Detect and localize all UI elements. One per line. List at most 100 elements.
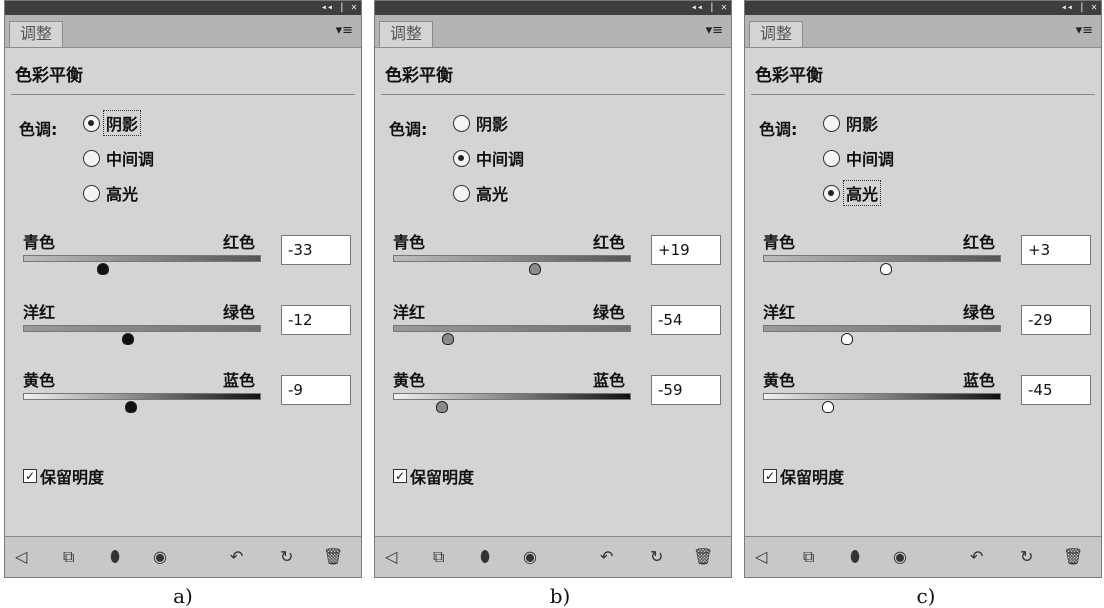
tab-adjustments[interactable]: 调整 <box>379 21 433 47</box>
slider-thumb-shape <box>96 263 109 275</box>
preserve-luminosity-checkbox[interactable]: ✓ <box>393 469 407 483</box>
visibility-icon[interactable]: ⬮ <box>850 547 860 567</box>
visibility-icon[interactable]: ⬮ <box>110 547 120 567</box>
color-slider-track[interactable] <box>23 255 261 262</box>
panel-menu-icon[interactable]: ▾≡ <box>336 23 353 38</box>
tab-adjustments[interactable]: 调整 <box>9 21 63 47</box>
preserve-luminosity-checkbox[interactable]: ✓ <box>763 469 777 483</box>
tone-option-label: 中间调 <box>846 150 895 169</box>
reset-icon[interactable]: ↻ <box>1020 547 1033 567</box>
tone-option-label: 阴影 <box>476 115 509 134</box>
visibility-icon[interactable]: ⬮ <box>480 547 490 567</box>
preserve-luminosity-checkbox[interactable]: ✓ <box>23 469 37 483</box>
slider-value-field[interactable]: -29 <box>1021 305 1091 335</box>
slider-right-label: 红色 <box>963 233 996 252</box>
tone-option-label: 阴影 <box>846 115 879 134</box>
figure-caption: c) <box>916 584 936 608</box>
eye-icon[interactable]: ◉ <box>893 547 907 567</box>
tone-radio[interactable] <box>83 114 100 132</box>
slider-value-field[interactable]: -59 <box>651 375 721 405</box>
tone-option[interactable]: 中间调 <box>453 146 526 170</box>
tone-option-label: 高光 <box>476 185 509 204</box>
tone-option[interactable]: 阴影 <box>83 110 142 136</box>
slider-right-label: 蓝色 <box>963 371 996 390</box>
slider-left-label: 青色 <box>23 233 56 252</box>
tone-option-label: 阴影 <box>102 110 142 136</box>
tone-radio[interactable] <box>823 149 840 167</box>
slider-right-label: 蓝色 <box>593 371 626 390</box>
tone-radio[interactable] <box>453 149 470 167</box>
tone-option[interactable]: 阴影 <box>453 111 510 135</box>
trash-icon[interactable]: 🗑 <box>693 547 713 567</box>
clip-layer-icon[interactable]: ⧉ <box>433 547 444 567</box>
color-slider-track[interactable] <box>393 255 631 262</box>
collapse-close-controls[interactable]: ◂◂ | ✕ <box>321 1 357 15</box>
panel-bottom-toolbar: ◁ ⧉ ⬮ ◉ ↶ ↻ 🗑 <box>745 536 1101 577</box>
panel-menu-icon[interactable]: ▾≡ <box>706 23 723 38</box>
eye-icon[interactable]: ◉ <box>153 547 167 567</box>
previous-state-icon[interactable]: ↶ <box>970 547 983 567</box>
slider-left-label: 洋红 <box>23 303 56 322</box>
color-slider-track[interactable] <box>23 393 261 400</box>
tone-radio[interactable] <box>83 184 100 202</box>
color-slider-track[interactable] <box>763 325 1001 332</box>
slider-left-label: 黄色 <box>23 371 56 390</box>
tab-bar: 调整 ▾≡ <box>375 15 731 48</box>
preserve-luminosity-option[interactable]: ✓ 保留明度 <box>23 464 104 488</box>
collapse-close-controls[interactable]: ◂◂ | ✕ <box>1061 1 1097 15</box>
color-slider-track[interactable] <box>393 393 631 400</box>
slider-value-field[interactable]: +3 <box>1021 235 1091 265</box>
color-slider-track[interactable] <box>763 393 1001 400</box>
tone-radio[interactable] <box>823 184 840 202</box>
back-arrow-icon[interactable]: ◁ <box>385 547 397 567</box>
slider-value-field[interactable]: +19 <box>651 235 721 265</box>
slider-left-label: 洋红 <box>763 303 796 322</box>
tab-adjustments[interactable]: 调整 <box>749 21 803 47</box>
tone-label: 色调: <box>389 120 428 139</box>
reset-icon[interactable]: ↻ <box>650 547 663 567</box>
reset-icon[interactable]: ↻ <box>280 547 293 567</box>
clip-layer-icon[interactable]: ⧉ <box>63 547 74 567</box>
tone-option[interactable]: 高光 <box>823 180 882 206</box>
eye-icon[interactable]: ◉ <box>523 547 537 567</box>
tone-radio[interactable] <box>453 184 470 202</box>
back-arrow-icon[interactable]: ◁ <box>15 547 27 567</box>
slider-value-field[interactable]: -12 <box>281 305 351 335</box>
tone-radio[interactable] <box>83 149 100 167</box>
tone-option[interactable]: 中间调 <box>83 146 156 170</box>
slider-thumb-shape <box>441 333 454 345</box>
slider-value-field[interactable]: -54 <box>651 305 721 335</box>
tone-option-label: 高光 <box>842 180 882 206</box>
collapse-close-controls[interactable]: ◂◂ | ✕ <box>691 1 727 15</box>
previous-state-icon[interactable]: ↶ <box>600 547 613 567</box>
panel-menu-icon[interactable]: ▾≡ <box>1076 23 1093 38</box>
previous-state-icon[interactable]: ↶ <box>230 547 243 567</box>
panel-bottom-toolbar: ◁ ⧉ ⬮ ◉ ↶ ↻ 🗑 <box>375 536 731 577</box>
color-balance-panel: ◂◂ | ✕ 调整 ▾≡ 色彩平衡 色调: 阴影 中间调 高光 青色 红色 +3 洋红 绿色 -29 黄色 蓝… <box>744 0 1102 578</box>
preserve-luminosity-label: 保留明度 <box>40 468 105 487</box>
preserve-luminosity-option[interactable]: ✓ 保留明度 <box>763 464 844 488</box>
preserve-luminosity-label: 保留明度 <box>780 468 845 487</box>
tone-option[interactable]: 高光 <box>83 181 140 205</box>
color-slider-track[interactable] <box>23 325 261 332</box>
back-arrow-icon[interactable]: ◁ <box>755 547 767 567</box>
panel-bottom-toolbar: ◁ ⧉ ⬮ ◉ ↶ ↻ 🗑 <box>5 536 361 577</box>
tone-option[interactable]: 阴影 <box>823 111 880 135</box>
slider-right-label: 红色 <box>593 233 626 252</box>
tone-radio[interactable] <box>453 114 470 132</box>
trash-icon[interactable]: 🗑 <box>1063 547 1083 567</box>
color-slider-track[interactable] <box>393 325 631 332</box>
tone-option[interactable]: 高光 <box>453 181 510 205</box>
slider-value-field[interactable]: -9 <box>281 375 351 405</box>
tone-radio[interactable] <box>823 114 840 132</box>
trash-icon[interactable]: 🗑 <box>323 547 343 567</box>
tone-option-label: 中间调 <box>106 150 155 169</box>
slider-value-field[interactable]: -45 <box>1021 375 1091 405</box>
slider-left-label: 青色 <box>393 233 426 252</box>
clip-layer-icon[interactable]: ⧉ <box>803 547 814 567</box>
slider-value-field[interactable]: -33 <box>281 235 351 265</box>
slider-thumb-shape <box>121 333 134 345</box>
tone-option[interactable]: 中间调 <box>823 146 896 170</box>
color-slider-track[interactable] <box>763 255 1001 262</box>
preserve-luminosity-option[interactable]: ✓ 保留明度 <box>393 464 474 488</box>
